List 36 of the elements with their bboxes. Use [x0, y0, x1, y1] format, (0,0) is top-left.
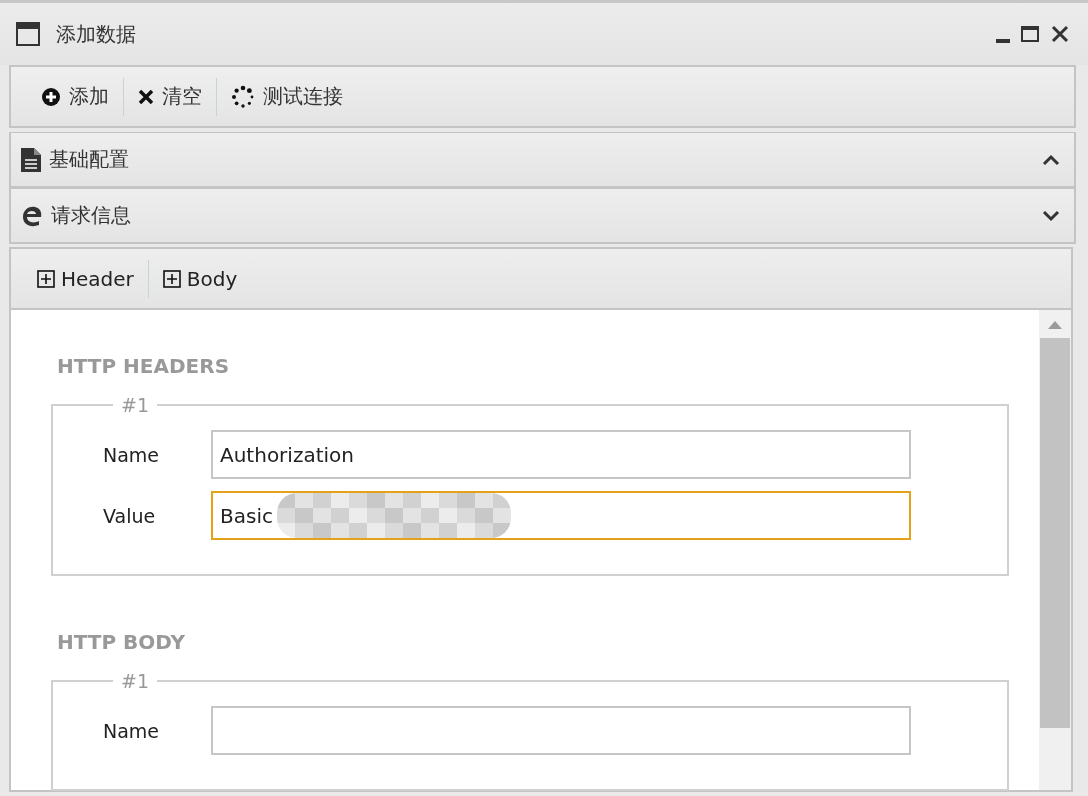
- field-label: Value: [103, 504, 157, 527]
- accordion-header[interactable]: 基础配置: [9, 132, 1076, 188]
- close-icon: [1050, 24, 1070, 44]
- scrollbar[interactable]: [1039, 310, 1071, 790]
- plus-square-icon: [162, 269, 181, 288]
- browser-e-icon: [21, 204, 43, 227]
- minimize-icon: [996, 39, 1010, 43]
- close-icon: [138, 88, 154, 105]
- toolbar-button[interactable]: 添加: [27, 76, 123, 117]
- panel-title: 请求信息: [51, 202, 132, 229]
- maximize-icon: [1020, 24, 1040, 44]
- close-button[interactable]: [1050, 24, 1070, 44]
- input-field[interactable]: Basic: [211, 491, 911, 540]
- toolbar-button[interactable]: 清空: [124, 76, 216, 117]
- toolbar-button[interactable]: 测试连接: [217, 76, 357, 117]
- group-legend: #1: [113, 394, 157, 416]
- plus-square-icon: [37, 269, 55, 288]
- window-icon: [16, 22, 40, 46]
- spinner-icon: [231, 84, 255, 109]
- tab[interactable]: Header: [23, 266, 148, 291]
- input-field[interactable]: Authorization: [211, 430, 911, 479]
- tab[interactable]: Body: [148, 266, 252, 291]
- field-label: Name: [103, 719, 161, 742]
- window-title: 添加数据: [56, 20, 137, 48]
- section-title: HTTP BODY: [57, 630, 186, 654]
- panel-title: 基础配置: [49, 146, 130, 173]
- field-label: Name: [103, 443, 161, 466]
- input-field[interactable]: [211, 706, 911, 755]
- scroll-up-icon[interactable]: [1047, 320, 1063, 330]
- section-title: HTTP HEADERS: [57, 354, 231, 378]
- maximize-button[interactable]: [1020, 24, 1040, 44]
- scrollbar-thumb[interactable]: [1040, 338, 1070, 728]
- group-legend: #1: [113, 670, 157, 692]
- document-icon: [21, 147, 41, 172]
- plus-circle-icon: [41, 86, 61, 107]
- accordion-header[interactable]: 请求信息: [9, 188, 1076, 244]
